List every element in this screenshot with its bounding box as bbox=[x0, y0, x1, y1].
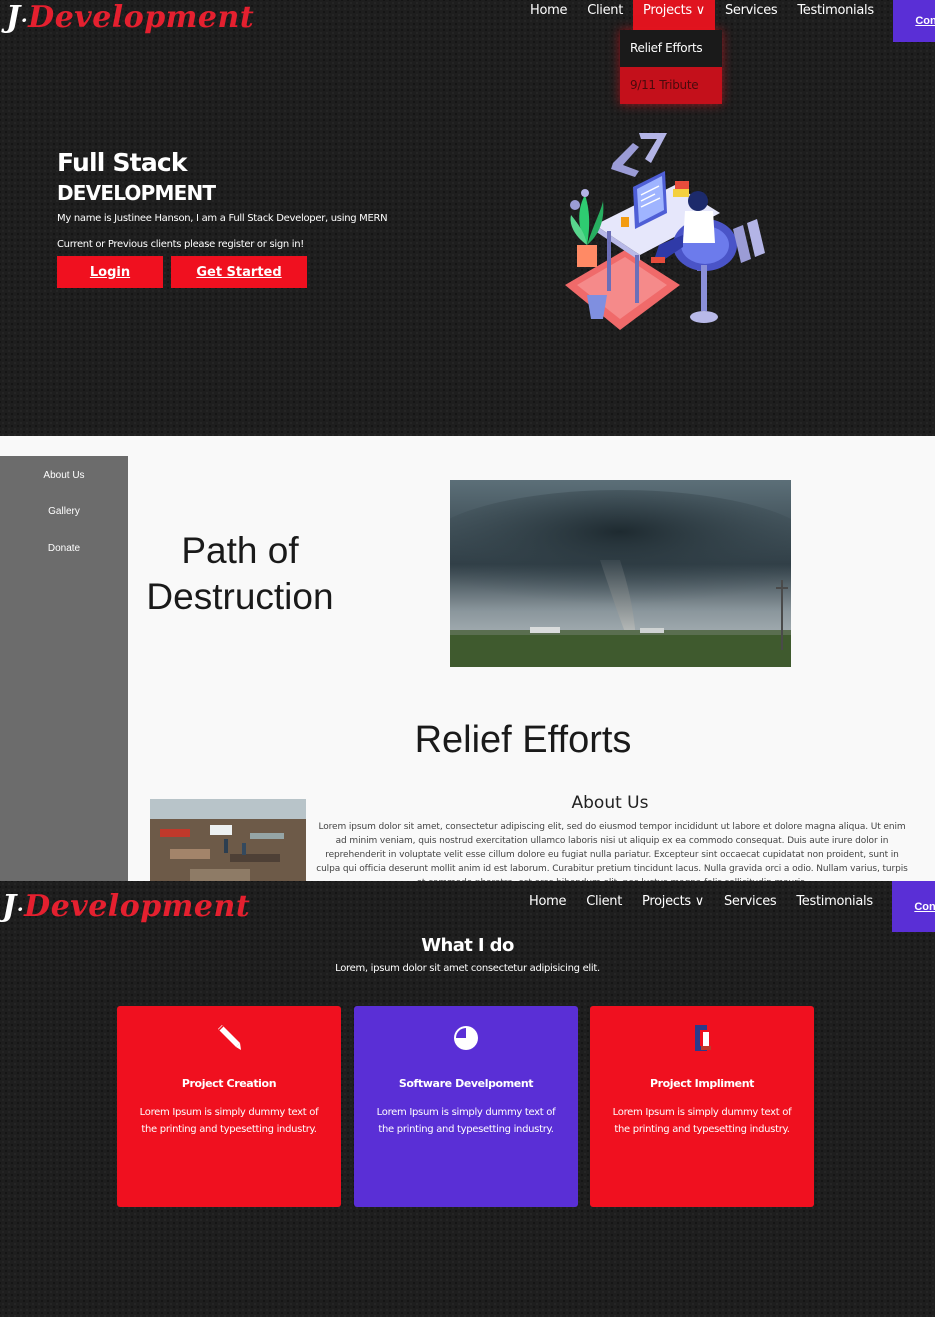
card-description: Lorem Ipsum is simply dummy text of the … bbox=[376, 1107, 556, 1135]
code-brackets-icon bbox=[611, 133, 667, 177]
sidebar-item-about-us[interactable]: About Us bbox=[0, 470, 128, 481]
developer-illustration bbox=[565, 133, 765, 330]
what-i-do-subtitle: Lorem, ipsum dolor sit amet consectetur … bbox=[335, 963, 600, 974]
nav-projects[interactable]: Projects ∨ bbox=[633, 0, 715, 30]
card-title: Software Develpoment bbox=[398, 1077, 534, 1090]
about-us-title: About Us bbox=[571, 793, 649, 813]
hero-section: J·Development Home Client Projects ∨ Ser… bbox=[0, 0, 935, 436]
projects-dropdown: Relief Efforts 9/11 Tribute bbox=[620, 30, 722, 104]
nav-services[interactable]: Services bbox=[714, 891, 786, 921]
dropdown-relief-efforts[interactable]: Relief Efforts bbox=[620, 30, 722, 67]
logo-initial: J bbox=[6, 0, 21, 35]
contact-button[interactable]: Contact bbox=[891, 881, 935, 932]
contact-button[interactable]: Contact bbox=[892, 0, 935, 42]
nav-client[interactable]: Client bbox=[576, 891, 632, 921]
logo-initial: J bbox=[2, 889, 17, 924]
hero-description: My name is Justinee Hanson, I am a Full … bbox=[57, 213, 388, 224]
path-of-destruction-title: Path of Destruction bbox=[130, 528, 350, 620]
nav-client[interactable]: Client bbox=[577, 0, 633, 30]
nav-testimonials[interactable]: Testimonials bbox=[786, 891, 882, 921]
logo-name: Development bbox=[24, 889, 251, 924]
nav-projects[interactable]: Projects ∨ bbox=[632, 891, 714, 921]
path-title-line-2: Destruction bbox=[146, 576, 334, 617]
hero-subtitle: DEVELOPMENT bbox=[57, 181, 216, 205]
relief-sidebar: About Us Gallery Donate bbox=[0, 456, 128, 881]
pie-chart-icon bbox=[454, 1026, 478, 1050]
sidebar-item-donate[interactable]: Donate bbox=[0, 543, 128, 554]
main-nav: Home Client Projects ∨ Services Testimon… bbox=[519, 881, 935, 932]
tornado-photo bbox=[450, 480, 791, 667]
main-nav: Home Client Projects ∨ Services Testimon… bbox=[520, 0, 935, 42]
card-project-impliment[interactable]: Project Impliment Lorem Ipsum is simply … bbox=[590, 1006, 814, 1207]
pause-icon bbox=[733, 219, 765, 263]
nav-services[interactable]: Services bbox=[715, 0, 787, 30]
hero-text: Full Stack DEVELOPMENT My name is Justin… bbox=[57, 148, 388, 288]
relief-section: About Us Gallery Donate Path of Destruct… bbox=[0, 436, 935, 881]
nav-home[interactable]: Home bbox=[519, 891, 576, 921]
card-software-development[interactable]: Software Develpoment Lorem Ipsum is simp… bbox=[354, 1006, 578, 1207]
relief-efforts-heading: Relief Efforts bbox=[414, 719, 632, 761]
logo-name: Development bbox=[28, 0, 255, 35]
card-title: Project Creation bbox=[181, 1077, 277, 1090]
login-button[interactable]: Login bbox=[57, 256, 163, 288]
site-logo[interactable]: J·Development bbox=[6, 0, 254, 35]
services-section: J·Development Home Client Projects ∨ Ser… bbox=[0, 881, 935, 1317]
nav-home[interactable]: Home bbox=[520, 0, 577, 30]
card-description: Lorem Ipsum is simply dummy text of the … bbox=[612, 1107, 792, 1135]
card-title: Project Impliment bbox=[649, 1077, 755, 1090]
pencil-icon bbox=[218, 1025, 241, 1050]
site-logo[interactable]: J·Development bbox=[2, 889, 250, 924]
nav-testimonials[interactable]: Testimonials bbox=[787, 0, 883, 30]
path-title-line-1: Path of bbox=[181, 530, 299, 571]
dropdown-911-tribute[interactable]: 9/11 Tribute bbox=[620, 67, 722, 104]
hero-prompt: Current or Previous clients please regis… bbox=[57, 239, 305, 250]
card-project-creation[interactable]: Project Creation Lorem Ipsum is simply d… bbox=[117, 1006, 341, 1207]
hero-title: Full Stack bbox=[57, 148, 188, 177]
hero-buttons: Login Get Started bbox=[57, 256, 387, 288]
get-started-button[interactable]: Get Started bbox=[171, 256, 307, 288]
debris-photo bbox=[150, 799, 306, 881]
about-us-body: Lorem ipsum dolor sit amet, consectetur … bbox=[316, 822, 908, 881]
sidebar-item-gallery[interactable]: Gallery bbox=[0, 506, 128, 517]
card-description: Lorem Ipsum is simply dummy text of the … bbox=[139, 1107, 319, 1135]
clamp-icon bbox=[695, 1025, 711, 1051]
what-i-do-title: What I do bbox=[421, 935, 514, 956]
